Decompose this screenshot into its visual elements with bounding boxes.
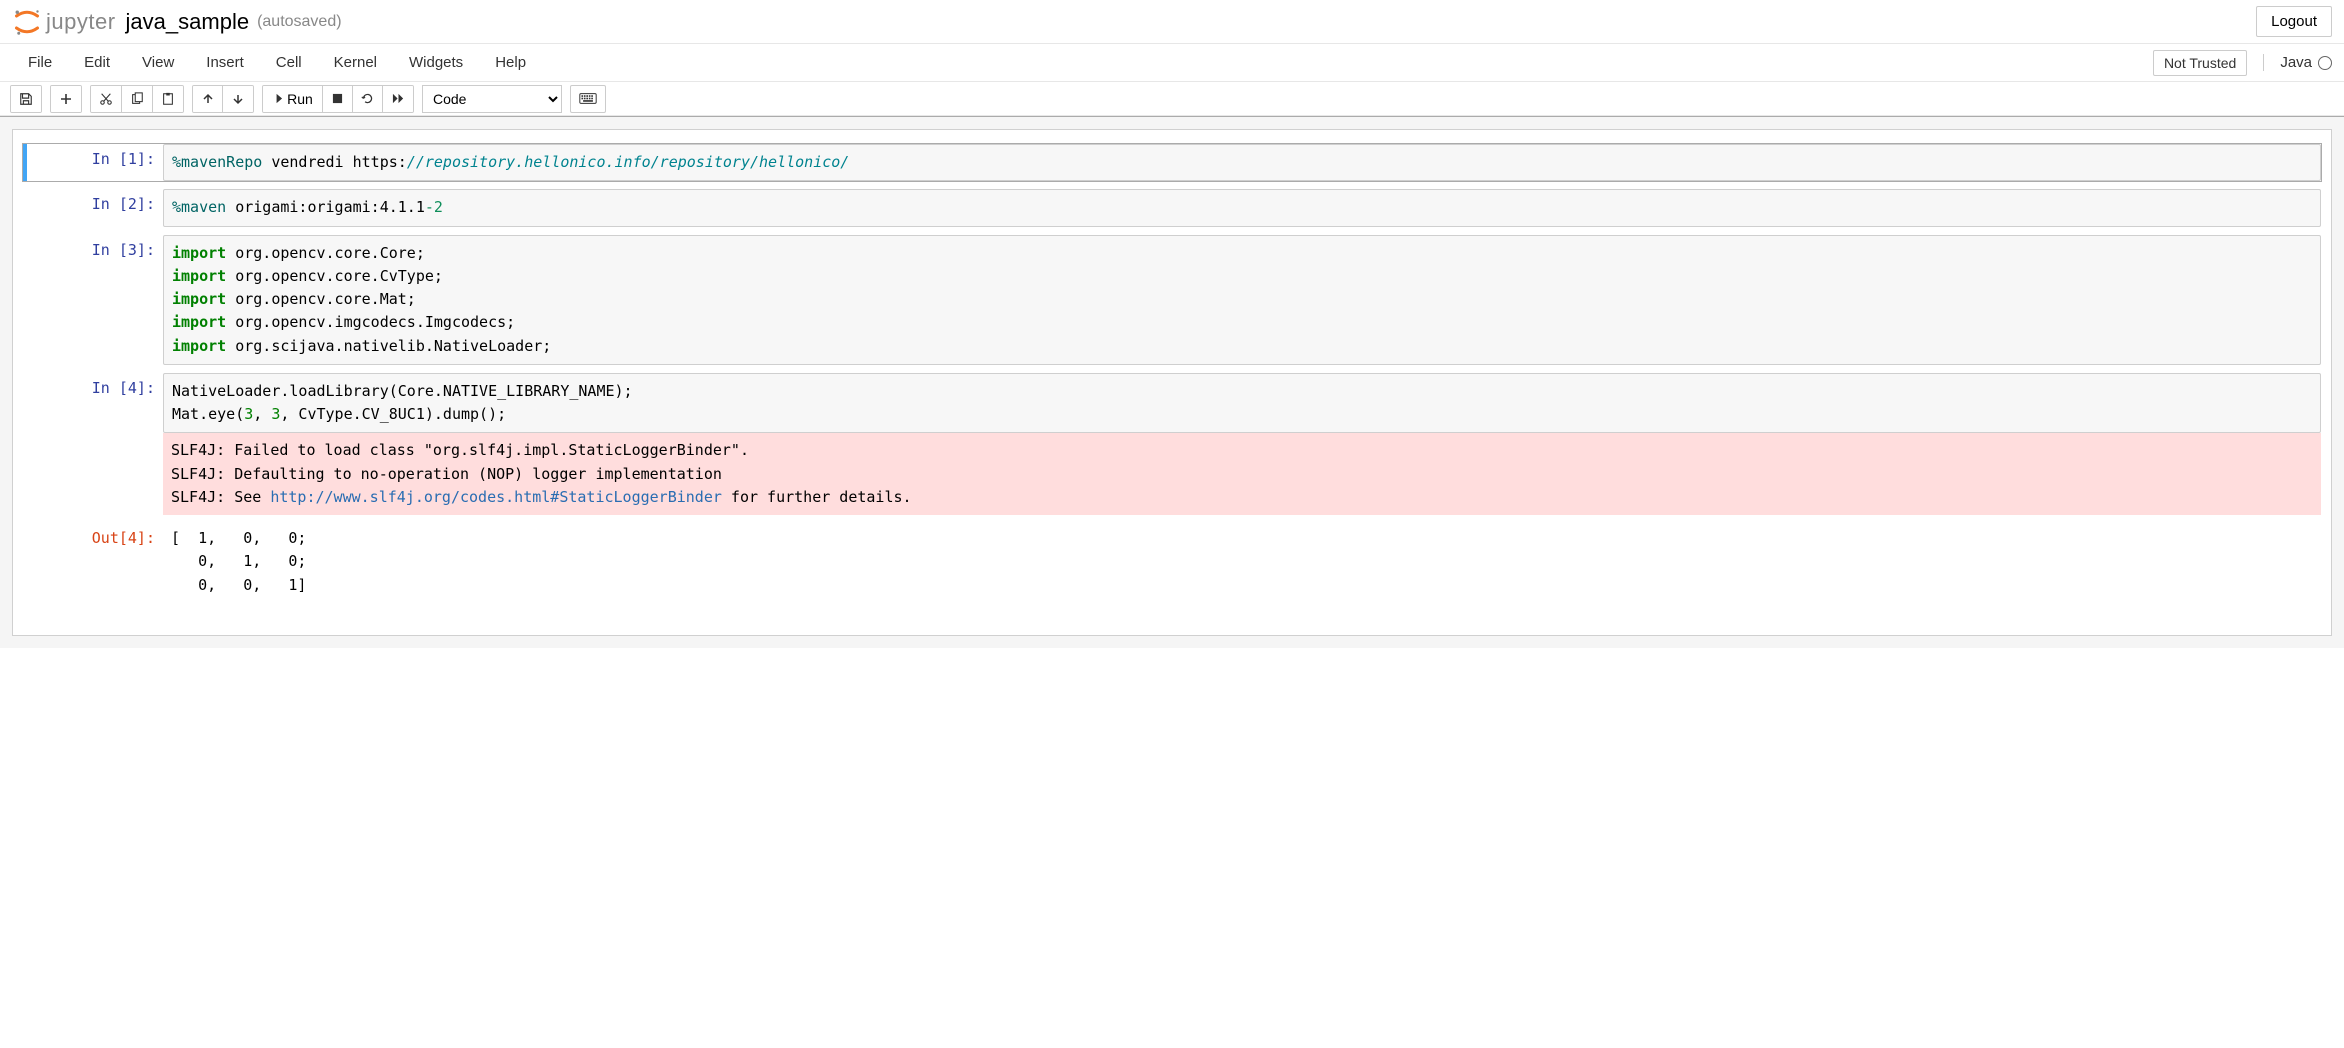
run-button[interactable]: Run (263, 86, 323, 112)
toolbar: Run Code (0, 82, 2344, 116)
keyboard-icon (579, 92, 597, 105)
move-down-button[interactable] (223, 86, 253, 112)
input-prompt: In [1]: (92, 150, 155, 168)
prompt-area: In [1]: (23, 144, 163, 181)
cell-body: %maven origami:origami:4.1.1-2 (163, 189, 2321, 226)
menu-insert[interactable]: Insert (190, 48, 260, 77)
fast-forward-icon (392, 92, 405, 105)
arrow-down-icon (232, 93, 244, 105)
copy-button[interactable] (122, 86, 153, 112)
cell-body: %mavenRepo vendredi https://repository.h… (163, 144, 2321, 181)
notebook: In [1]: %mavenRepo vendredi https://repo… (12, 129, 2332, 636)
code-cell[interactable]: In [4]: NativeLoader.loadLibrary(Core.NA… (23, 373, 2321, 515)
code-cell[interactable]: In [3]: import org.opencv.core.Core; imp… (23, 235, 2321, 365)
jupyter-logo-icon (12, 7, 42, 37)
output-cell: Out[4]: [ 1, 0, 0; 0, 1, 0; 0, 0, 1] (23, 523, 2321, 597)
stop-icon (332, 93, 343, 104)
kernel-idle-icon (2318, 56, 2332, 70)
jupyter-logo-text: jupyter (46, 9, 116, 35)
run-label: Run (287, 91, 313, 107)
menu-bar: File Edit View Insert Cell Kernel Widget… (0, 44, 2344, 82)
insert-cell-button[interactable] (51, 86, 81, 112)
menu-edit[interactable]: Edit (68, 48, 126, 77)
header-bar: jupyter java_sample (autosaved) Logout (0, 0, 2344, 44)
copy-icon (130, 92, 144, 106)
input-prompt: In [2]: (92, 195, 155, 213)
code-cell[interactable]: In [2]: %maven origami:origami:4.1.1-2 (23, 189, 2321, 226)
cell-body: [ 1, 0, 0; 0, 1, 0; 0, 0, 1] (163, 523, 2321, 597)
logout-button[interactable]: Logout (2256, 6, 2332, 37)
autosave-status: (autosaved) (257, 13, 342, 31)
cell-body: NativeLoader.loadLibrary(Core.NATIVE_LIB… (163, 373, 2321, 515)
run-icon (272, 93, 283, 104)
kernel-indicator[interactable]: Java (2263, 54, 2332, 71)
output-stderr: SLF4J: Failed to load class "org.slf4j.i… (163, 433, 2321, 515)
plus-icon (60, 93, 72, 105)
prompt-area: In [3]: (23, 235, 163, 365)
save-button[interactable] (11, 86, 41, 112)
prompt-area: In [4]: (23, 373, 163, 515)
arrow-up-icon (202, 93, 214, 105)
notebook-container: In [1]: %mavenRepo vendredi https://repo… (0, 116, 2344, 648)
cut-button[interactable] (91, 86, 122, 112)
output-text: [ 1, 0, 0; 0, 1, 0; 0, 0, 1] (163, 523, 2321, 597)
restart-button[interactable] (353, 86, 383, 112)
scissors-icon (99, 92, 113, 106)
prompt-area: Out[4]: (23, 523, 163, 597)
paste-icon (161, 92, 175, 106)
menu-view[interactable]: View (126, 48, 190, 77)
move-up-button[interactable] (193, 86, 223, 112)
cell-body: import org.opencv.core.Core; import org.… (163, 235, 2321, 365)
code-cell[interactable]: In [1]: %mavenRepo vendredi https://repo… (23, 144, 2321, 181)
not-trusted-button[interactable]: Not Trusted (2153, 50, 2247, 76)
restart-run-all-button[interactable] (383, 86, 413, 112)
command-palette-button[interactable] (570, 85, 606, 113)
input-prompt: In [4]: (92, 379, 155, 397)
kernel-name-text: Java (2280, 54, 2312, 71)
cell-type-select[interactable]: Code (422, 85, 562, 113)
menu-help[interactable]: Help (479, 48, 542, 77)
menu-widgets[interactable]: Widgets (393, 48, 479, 77)
output-prompt: Out[4]: (92, 529, 155, 547)
paste-button[interactable] (153, 86, 183, 112)
restart-icon (361, 92, 374, 105)
menu-file[interactable]: File (12, 48, 68, 77)
code-input[interactable]: %mavenRepo vendredi https://repository.h… (163, 144, 2321, 181)
menu-kernel[interactable]: Kernel (318, 48, 393, 77)
jupyter-logo[interactable]: jupyter (12, 7, 116, 37)
menu-cell[interactable]: Cell (260, 48, 318, 77)
input-prompt: In [3]: (92, 241, 155, 259)
interrupt-button[interactable] (323, 86, 353, 112)
code-input[interactable]: import org.opencv.core.Core; import org.… (163, 235, 2321, 365)
code-input[interactable]: NativeLoader.loadLibrary(Core.NATIVE_LIB… (163, 373, 2321, 434)
code-input[interactable]: %maven origami:origami:4.1.1-2 (163, 189, 2321, 226)
save-icon (19, 92, 33, 106)
notebook-name[interactable]: java_sample (126, 9, 250, 35)
prompt-area: In [2]: (23, 189, 163, 226)
